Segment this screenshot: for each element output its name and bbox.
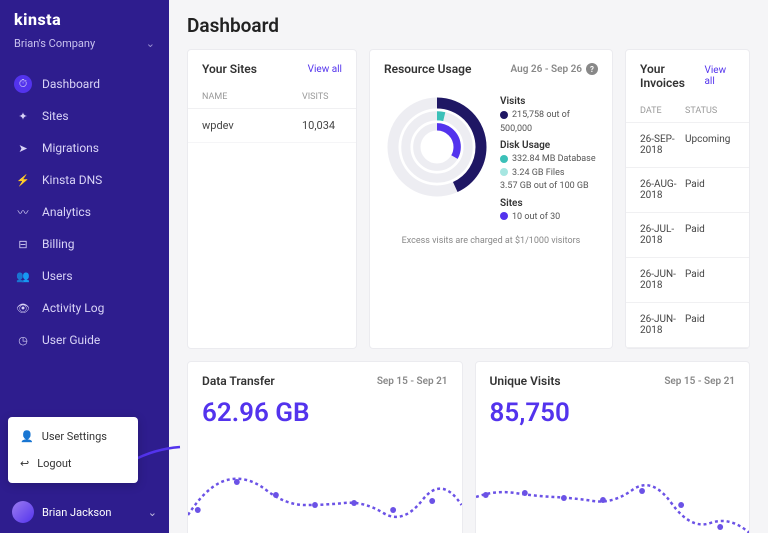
sidebar-item-activity-log[interactable]: 👁 Activity Log (0, 292, 169, 324)
invoice-date: 26-AUG-2018 (640, 179, 685, 201)
users-icon: 👥 (14, 267, 32, 285)
invoice-row[interactable]: 26-AUG-2018Paid (626, 168, 749, 213)
data-transfer-title: Data Transfer (202, 374, 275, 388)
page-title: Dashboard (187, 14, 750, 37)
invoice-status: Paid (685, 269, 735, 291)
chevron-down-icon: ⌄ (146, 37, 155, 50)
dot-icon (500, 168, 508, 176)
nav-label: Kinsta DNS (42, 173, 102, 187)
nav-label: User Guide (42, 333, 100, 347)
dot-icon (500, 111, 508, 119)
sidebar: kinsta Brian's Company ⌄ ⏱ Dashboard ✦ Site… (0, 0, 169, 533)
dashboard-icon: ⏱ (14, 75, 32, 93)
migrations-icon: ➤ (14, 139, 32, 157)
invoice-row[interactable]: 26-JUN-2018Paid (626, 303, 749, 348)
invoice-date: 26-SEP-2018 (640, 134, 685, 156)
sidebar-item-billing[interactable]: ⊟ Billing (0, 228, 169, 260)
col-date: DATE (640, 106, 685, 116)
help-icon[interactable]: ? (586, 63, 598, 75)
sites-card-title: Your Sites (202, 62, 257, 76)
kinsta-dns-icon: ⚡ (14, 171, 32, 189)
invoice-row[interactable]: 26-JUL-2018Paid (626, 213, 749, 258)
unique-visits-card: Unique Visits Sep 15 - Sep 21 85,750 Fri… (475, 361, 751, 533)
invoice-date: 26-JUL-2018 (640, 224, 685, 246)
unique-visits-range: Sep 15 - Sep 21 (664, 376, 735, 387)
unique-visits-value: 85,750 (476, 398, 750, 432)
user-icon: 👤 (20, 430, 34, 443)
dot-icon (500, 212, 508, 220)
nav-label: Sites (42, 109, 69, 123)
user-menu-popup: 👤 User Settings ↩ Logout (8, 417, 138, 483)
sidebar-item-sites[interactable]: ✦ Sites (0, 100, 169, 132)
unique-visits-chart: Fri9/14Sat9/15Sun9/16Mon9/17Tue9/18Wed9/… (476, 455, 750, 533)
sites-view-all-link[interactable]: View all (308, 64, 342, 75)
resource-card: Resource Usage Aug 26 - Sep 26 ? (369, 49, 613, 349)
nav-label: Analytics (42, 205, 91, 219)
col-visits: VISITS (302, 92, 342, 102)
invoices-header: DATE STATUS (626, 100, 749, 123)
main-content: Dashboard Your Sites View all NAME VISIT… (169, 0, 768, 533)
sites-icon: ✦ (14, 107, 32, 125)
user-settings-item[interactable]: 👤 User Settings (8, 423, 138, 450)
resource-legend: Visits 215,758 out of 500,000 Disk Usage… (500, 92, 600, 224)
invoices-view-all-link[interactable]: View all (704, 65, 735, 87)
user-settings-label: User Settings (42, 430, 107, 443)
invoices-card-title: Your Invoices (640, 62, 704, 90)
unique-visits-title: Unique Visits (490, 374, 561, 388)
user-guide-icon: ◷ (14, 331, 32, 349)
sidebar-item-user-guide[interactable]: ◷ User Guide (0, 324, 169, 356)
analytics-icon: 〰 (14, 203, 32, 221)
logout-label: Logout (37, 457, 71, 470)
sidebar-item-analytics[interactable]: 〰 Analytics (0, 196, 169, 228)
invoice-date: 26-JUN-2018 (640, 314, 685, 336)
company-selector[interactable]: Brian's Company ⌄ (0, 33, 169, 62)
nav: ⏱ Dashboard ✦ Sites ➤ Migrations ⚡ Kinsta DNS 〰 A… (0, 62, 169, 356)
resource-donut-chart (382, 92, 492, 212)
data-transfer-card: Data Transfer Sep 15 - Sep 21 62.96 GB F… (187, 361, 463, 533)
sites-table-header: NAME VISITS (188, 86, 356, 109)
avatar (12, 501, 34, 523)
user-name: Brian Jackson (42, 506, 111, 519)
sidebar-item-migrations[interactable]: ➤ Migrations (0, 132, 169, 164)
invoice-row[interactable]: 26-SEP-2018Upcoming (626, 123, 749, 168)
logout-icon: ↩ (20, 457, 29, 470)
invoice-status: Paid (685, 179, 735, 201)
billing-icon: ⊟ (14, 235, 32, 253)
invoices-card: Your Invoices View all DATE STATUS 26-SE… (625, 49, 750, 349)
nav-label: Dashboard (42, 77, 100, 91)
sites-card: Your Sites View all NAME VISITS wpdev 10… (187, 49, 357, 349)
logout-item[interactable]: ↩ Logout (8, 450, 138, 477)
site-visits: 10,034 (302, 119, 342, 132)
data-transfer-range: Sep 15 - Sep 21 (377, 376, 448, 387)
activity-log-icon: 👁 (14, 299, 32, 317)
sidebar-item-users[interactable]: 👥 Users (0, 260, 169, 292)
current-user-row[interactable]: Brian Jackson ⌄ (0, 491, 169, 533)
nav-label: Activity Log (42, 301, 104, 315)
brand-logo: kinsta (0, 0, 169, 33)
invoice-status: Paid (685, 314, 735, 336)
invoice-date: 26-JUN-2018 (640, 269, 685, 291)
sidebar-item-kinsta-dns[interactable]: ⚡ Kinsta DNS (0, 164, 169, 196)
resource-note: Excess visits are charged at $1/1000 vis… (370, 232, 612, 256)
site-name: wpdev (202, 119, 302, 132)
invoice-status: Upcoming (685, 134, 735, 156)
invoice-row[interactable]: 26-JUN-2018Paid (626, 258, 749, 303)
nav-label: Migrations (42, 141, 99, 155)
sidebar-item-dashboard[interactable]: ⏱ Dashboard (0, 68, 169, 100)
col-status: STATUS (685, 106, 735, 116)
dot-icon (500, 155, 508, 163)
chevron-down-icon: ⌄ (148, 506, 157, 519)
company-name: Brian's Company (14, 37, 95, 50)
data-transfer-chart: Fri9/14Sat9/15Sun9/16Mon9/17Tue9/18Wed9/… (188, 455, 462, 533)
invoice-status: Paid (685, 224, 735, 246)
resource-date-range: Aug 26 - Sep 26 ? (511, 63, 598, 75)
sites-table-row[interactable]: wpdev 10,034 (188, 109, 356, 143)
data-transfer-value: 62.96 GB (188, 398, 462, 432)
resource-card-title: Resource Usage (384, 62, 471, 76)
col-name: NAME (202, 92, 302, 102)
nav-label: Billing (42, 237, 75, 251)
nav-label: Users (42, 269, 73, 283)
